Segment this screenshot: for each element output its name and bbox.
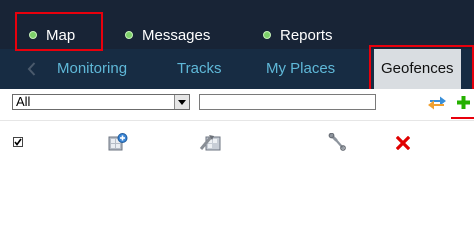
chevron-down-icon[interactable]	[174, 95, 189, 109]
search-input[interactable]	[199, 94, 376, 110]
tab-my-places[interactable]: My Places	[266, 49, 335, 89]
tab-messages[interactable]: Messages	[125, 25, 210, 45]
reports-indicator-icon	[263, 31, 271, 39]
edit-geofence-icon[interactable]	[199, 133, 223, 151]
add-icon[interactable]	[457, 96, 470, 109]
tab-reports[interactable]: Reports	[263, 25, 333, 45]
select-all-checkbox[interactable]	[13, 137, 23, 147]
geofences-tab-highlight	[369, 45, 474, 92]
settings-wrench-icon[interactable]	[328, 133, 346, 151]
map-tab-highlight	[15, 12, 103, 51]
tab-monitoring[interactable]: Monitoring	[57, 49, 127, 89]
delete-icon[interactable]	[396, 136, 410, 150]
filter-select-value: All	[16, 94, 31, 109]
tab-tracks[interactable]: Tracks	[177, 49, 221, 89]
sync-icon[interactable]	[427, 95, 447, 111]
tab-reports-label: Reports	[280, 26, 333, 44]
tab-messages-label: Messages	[142, 26, 211, 44]
geofence-group-icon[interactable]	[108, 133, 128, 151]
filter-select[interactable]: All	[12, 94, 190, 110]
geofence-list	[0, 161, 474, 248]
messages-indicator-icon	[125, 31, 133, 39]
back-chevron-icon[interactable]	[27, 62, 36, 76]
